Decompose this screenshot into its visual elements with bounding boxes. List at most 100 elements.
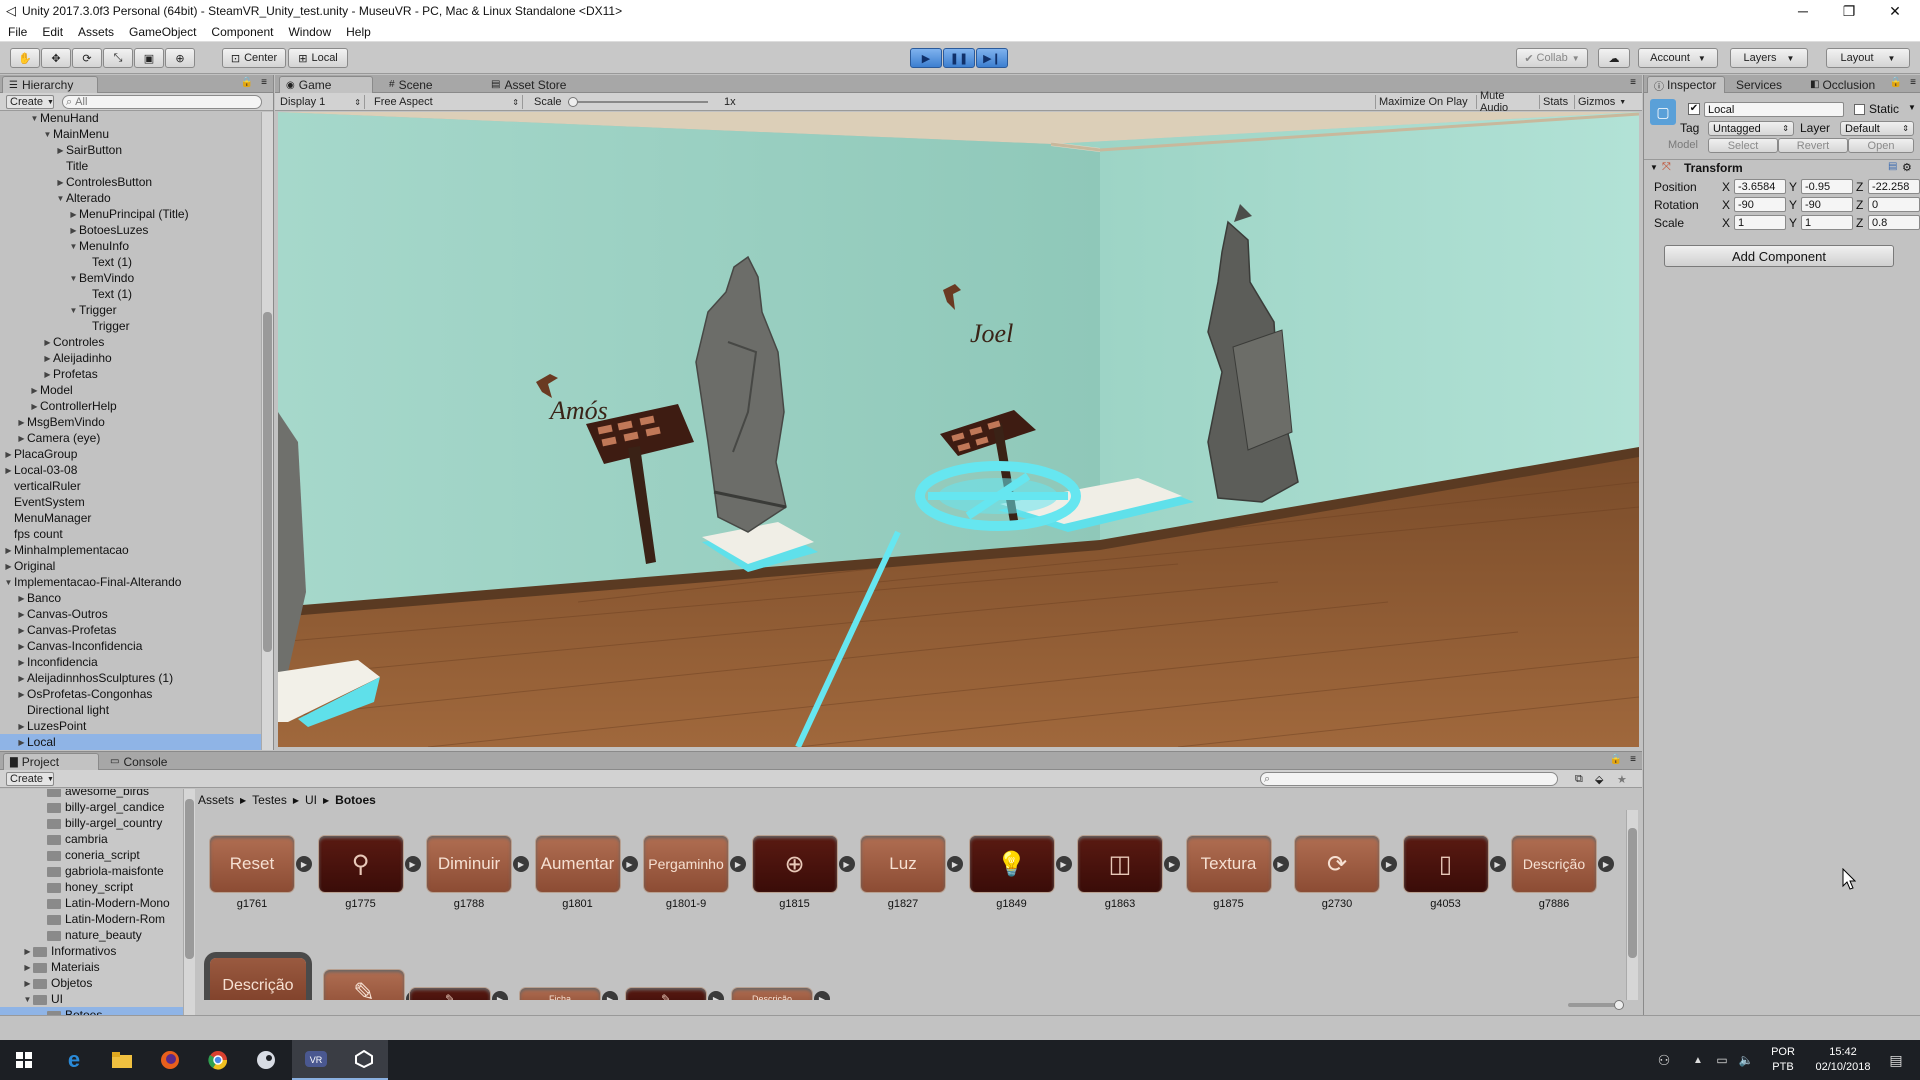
gear-icon[interactable]: ⚙ xyxy=(1902,161,1912,174)
model-open-button[interactable]: Open xyxy=(1848,138,1914,153)
hierarchy-item[interactable]: Directional light xyxy=(0,702,262,718)
tab-game[interactable]: ◉ Game xyxy=(279,76,373,93)
foldout-open-icon[interactable]: ▼ xyxy=(68,242,79,251)
foldout-closed-icon[interactable]: ▶ xyxy=(16,658,27,667)
hierarchy-item[interactable]: ▼ Trigger xyxy=(0,302,262,318)
chrome-icon[interactable] xyxy=(194,1040,242,1080)
foldout-closed-icon[interactable]: ▶ xyxy=(55,146,66,155)
hierarchy-item[interactable]: ▶ Canvas-Inconfidencia xyxy=(0,638,262,654)
transform-z-field[interactable]: 0.8 xyxy=(1868,215,1920,230)
expand-arrow-icon[interactable]: ▶ xyxy=(1598,856,1614,872)
hierarchy-item[interactable]: MenuManager xyxy=(0,510,262,526)
expand-arrow-icon[interactable]: ▶ xyxy=(708,991,724,1000)
asset-tile[interactable]: Diminuir xyxy=(427,836,511,892)
pause-button[interactable]: ❚❚ xyxy=(943,48,975,68)
foldout-open-icon[interactable]: ▼ xyxy=(22,995,33,1004)
breadcrumb-ui[interactable]: UI xyxy=(305,793,317,807)
scale-tool-icon[interactable]: ⤡ xyxy=(103,48,133,68)
model-select-button[interactable]: Select xyxy=(1708,138,1778,153)
foldout-open-icon[interactable]: ▼ xyxy=(55,194,66,203)
folder-item[interactable]: Latin-Modern-Rom xyxy=(0,911,183,927)
foldout-closed-icon[interactable]: ▶ xyxy=(16,642,27,651)
tab-inspector[interactable]: ⓘ Inspector xyxy=(1647,76,1725,93)
expand-arrow-icon[interactable]: ▶ xyxy=(513,856,529,872)
expand-arrow-icon[interactable]: ▶ xyxy=(1055,856,1072,872)
foldout-open-icon[interactable]: ▼ xyxy=(3,578,14,587)
transform-y-field[interactable]: -90 xyxy=(1801,197,1853,212)
hierarchy-item[interactable]: ▼ MenuHand xyxy=(0,112,262,126)
hierarchy-item[interactable]: ▶ MenuPrincipal (Title) xyxy=(0,206,262,222)
menu-window[interactable]: Window xyxy=(280,25,338,39)
add-component-button[interactable]: Add Component xyxy=(1664,245,1894,267)
folder-item[interactable]: Latin-Modern-Mono xyxy=(0,895,183,911)
asset-tile[interactable]: ⊕ xyxy=(752,836,837,892)
maximize-button[interactable]: ❐ xyxy=(1826,0,1872,22)
transform-x-field[interactable]: 1 xyxy=(1734,215,1786,230)
folder-item[interactable]: ▼ UI xyxy=(0,991,183,1007)
foldout-closed-icon[interactable]: ▶ xyxy=(22,963,33,972)
aspect-dropdown[interactable]: Free Aspect ⇕ xyxy=(371,95,523,109)
collab-button[interactable]: ✔ Collab ▼ xyxy=(1516,48,1588,68)
asset-tile[interactable]: Textura xyxy=(1186,836,1271,892)
hierarchy-item[interactable]: ▶ PlacaGroup xyxy=(0,446,262,462)
lock-icon[interactable]: 🔒 xyxy=(1890,77,1902,88)
asset-tile[interactable]: Pergaminho xyxy=(644,836,728,892)
rotate-tool-icon[interactable]: ⟳ xyxy=(72,48,102,68)
windows-start-icon[interactable] xyxy=(0,1040,48,1080)
foldout-closed-icon[interactable]: ▶ xyxy=(3,562,14,571)
hierarchy-item[interactable]: ▶ Local xyxy=(0,734,262,750)
move-tool-icon[interactable]: ✥ xyxy=(41,48,71,68)
expand-arrow-icon[interactable]: ▶ xyxy=(838,856,855,872)
expand-arrow-icon[interactable]: ▶ xyxy=(814,991,830,1000)
object-name-field[interactable]: Local xyxy=(1704,102,1844,117)
foldout-open-icon[interactable]: ▼ xyxy=(68,274,79,283)
firefox-icon[interactable] xyxy=(146,1040,194,1080)
play-button[interactable]: ▶ xyxy=(910,48,942,68)
volume-icon[interactable]: 🔈 xyxy=(1734,1040,1758,1080)
folder-item[interactable]: honey_script xyxy=(0,879,183,895)
steam-icon[interactable] xyxy=(242,1040,290,1080)
lock-icon[interactable]: 🔒 xyxy=(241,77,253,88)
display-dropdown[interactable]: Display 1 ⇕ xyxy=(277,95,365,109)
expand-arrow-icon[interactable]: ▶ xyxy=(1164,856,1180,872)
hierarchy-item[interactable]: ▶ ControlesButton xyxy=(0,174,262,190)
foldout-closed-icon[interactable]: ▶ xyxy=(42,338,53,347)
project-create-button[interactable]: Create ▼ xyxy=(6,772,54,786)
foldout-closed-icon[interactable]: ▶ xyxy=(22,947,33,956)
filter-type-icon[interactable]: ⧉ xyxy=(1572,772,1588,786)
active-checkbox[interactable]: ✔ xyxy=(1688,103,1700,115)
foldout-arrow-icon[interactable]: ▼ xyxy=(1650,163,1658,172)
hierarchy-item[interactable]: ▼ BemVindo xyxy=(0,270,262,286)
foldout-closed-icon[interactable]: ▶ xyxy=(3,546,14,555)
asset-tile[interactable]: Ficha xyxy=(520,988,600,1000)
hierarchy-item[interactable]: ▶ SairButton xyxy=(0,142,262,158)
asset-tile[interactable]: ✎ xyxy=(626,988,706,1000)
transform-z-field[interactable]: 0 xyxy=(1868,197,1920,212)
foldout-closed-icon[interactable]: ▶ xyxy=(22,979,33,988)
expand-arrow-icon[interactable]: ▶ xyxy=(1489,856,1506,872)
pivot-center-button[interactable]: ⊡ Center xyxy=(222,48,286,68)
tab-project[interactable]: ▇ Project xyxy=(3,753,99,770)
foldout-closed-icon[interactable]: ▶ xyxy=(16,418,27,427)
hierarchy-item[interactable]: ▼ Implementacao-Final-Alterando xyxy=(0,574,262,590)
static-checkbox[interactable] xyxy=(1854,104,1865,115)
transform-x-field[interactable]: -3.6584 xyxy=(1734,179,1786,194)
hierarchy-item[interactable]: ▶ MsgBemVindo xyxy=(0,414,262,430)
folder-item[interactable]: awesome_birds xyxy=(0,789,183,799)
hierarchy-item[interactable]: Trigger xyxy=(0,318,262,334)
expand-arrow-icon[interactable]: ▶ xyxy=(404,856,421,872)
transform-x-field[interactable]: -90 xyxy=(1734,197,1786,212)
foldout-closed-icon[interactable]: ▶ xyxy=(16,594,27,603)
foldout-closed-icon[interactable]: ▶ xyxy=(16,722,27,731)
model-revert-button[interactable]: Revert xyxy=(1778,138,1848,153)
hierarchy-item[interactable]: EventSystem xyxy=(0,494,262,510)
asset-tile[interactable]: Aumentar xyxy=(535,836,620,892)
hierarchy-item[interactable]: ▶ Aleijadinho xyxy=(0,350,262,366)
foldout-closed-icon[interactable]: ▶ xyxy=(16,690,27,699)
foldout-closed-icon[interactable]: ▶ xyxy=(16,610,27,619)
icon-size-slider[interactable] xyxy=(1568,1000,1624,1010)
panel-menu-icon[interactable]: ≡ xyxy=(1630,77,1636,88)
menu-file[interactable]: File xyxy=(0,25,34,39)
hierarchy-item[interactable]: fps count xyxy=(0,526,262,542)
pivot-local-button[interactable]: ⊞ Local xyxy=(288,48,348,68)
